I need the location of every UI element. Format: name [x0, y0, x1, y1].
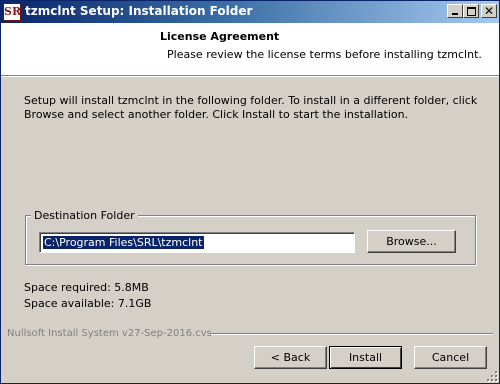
- destination-folder-input[interactable]: C:\Program Files\SRL\tzmclnt: [39, 232, 355, 253]
- cancel-button[interactable]: Cancel: [414, 346, 487, 369]
- header-panel: License Agreement Please review the lice…: [1, 23, 499, 75]
- minimize-icon: [448, 5, 462, 17]
- close-button[interactable]: ✕: [481, 4, 497, 18]
- window-title: tzmclnt Setup: Installation Folder: [25, 4, 253, 18]
- destination-folder-label: Destination Folder: [31, 209, 138, 222]
- close-icon: ✕: [483, 4, 495, 18]
- setup-window: SR tzmclnt Setup: Installation Folder ✕ …: [0, 0, 500, 384]
- installer-branding: Nullsoft Install System v27-Sep-2016.cvs: [7, 328, 212, 339]
- destination-folder-value: C:\Program Files\SRL\tzmclnt: [43, 236, 204, 249]
- header-title: License Agreement: [160, 30, 280, 43]
- space-available: Space available: 7.1GB: [24, 297, 152, 310]
- intro-text: Setup will install tzmclnt in the follow…: [24, 94, 478, 121]
- maximize-button[interactable]: [463, 4, 479, 18]
- title-bar[interactable]: SR tzmclnt Setup: Installation Folder ✕: [1, 1, 499, 23]
- header-divider-highlight: [1, 76, 499, 77]
- back-button[interactable]: < Back: [254, 346, 327, 369]
- minimize-button[interactable]: [447, 4, 463, 18]
- install-button[interactable]: Install: [329, 346, 402, 369]
- header-subtitle: Please review the license terms before i…: [167, 48, 482, 61]
- footer-divider-highlight: [211, 334, 493, 335]
- space-required: Space required: 5.8MB: [24, 281, 149, 294]
- resize-grip-icon[interactable]: [485, 369, 498, 382]
- browse-button[interactable]: Browse...: [367, 230, 456, 253]
- app-icon[interactable]: SR: [3, 3, 21, 21]
- maximize-icon: [464, 5, 478, 17]
